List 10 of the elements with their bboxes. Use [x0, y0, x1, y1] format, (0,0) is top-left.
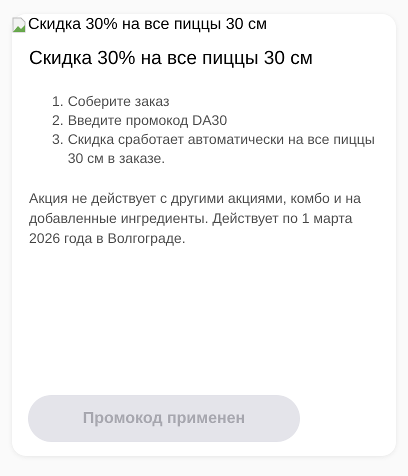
- step-number: 1.: [52, 92, 64, 111]
- step-item: Введите промокод DA30: [68, 111, 228, 130]
- step-number: 3.: [52, 130, 64, 149]
- image-alt-text: Скидка 30% на все пиццы 30 см: [28, 16, 267, 34]
- terms-text: Акция не действует с другими акциями, комбо и на добавленные ингредиенты. Действует по 1 марта 2026 года в Волгограде.: [29, 189, 362, 248]
- step-item: Соберите заказ: [68, 92, 170, 111]
- step-number: 2.: [52, 111, 64, 130]
- broken-image-icon: [12, 17, 26, 33]
- step-item: Скидка сработает автоматически на все пиццы 30 см в заказе.: [68, 130, 376, 168]
- promo-title: Скидка 30% на все пиццы 30 см: [29, 48, 314, 70]
